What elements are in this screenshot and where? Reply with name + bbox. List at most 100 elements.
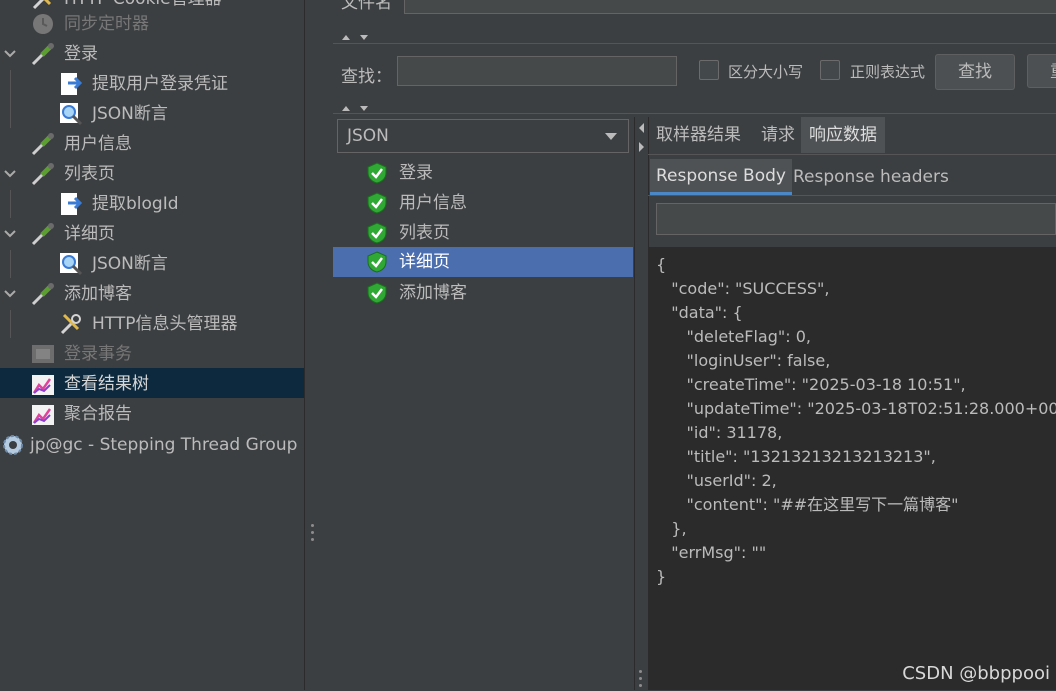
test-plan-tree: HTTP Cookie管理器 同步定时器 登录 提取用户登录凭证 JSON断言 <box>0 0 304 690</box>
regex-checkbox[interactable] <box>820 60 840 80</box>
tree-item-login-transaction[interactable]: 登录事务 <box>30 339 132 369</box>
sample-item-label: 列表页 <box>399 223 450 243</box>
tree-item-view-results-tree[interactable]: 查看结果树 <box>30 369 149 399</box>
tree-guide <box>10 310 11 338</box>
tree-item-aggregate-report[interactable]: 聚合报告 <box>30 399 132 429</box>
transaction-icon <box>32 345 54 363</box>
response-line: "createTime": "2025-03-18 10:51", <box>656 375 966 394</box>
tree-item-label: 详细页 <box>64 224 115 244</box>
pipette-sampler-icon <box>31 133 54 156</box>
tree-item-label: JSON断言 <box>92 104 168 124</box>
divider <box>648 195 1056 196</box>
tree-item-user-info[interactable]: 用户信息 <box>30 129 132 159</box>
splitter-grip <box>639 670 643 691</box>
response-line: "content": "##在这里写下一篇博客" <box>656 495 959 514</box>
tree-item-json-assertion-2[interactable]: JSON断言 <box>58 249 168 279</box>
splitter-grip <box>311 524 315 545</box>
tree-item-sync-timer[interactable]: 同步定时器 <box>30 9 149 39</box>
tree-item-label: 提取用户登录凭证 <box>92 74 228 94</box>
tree-splitter[interactable] <box>304 0 333 690</box>
sample-result-list: 登录 用户信息 列表页 详细页 添加博客 <box>333 155 633 690</box>
chart-listener-icon <box>32 375 54 395</box>
pipette-sampler-icon <box>31 283 54 306</box>
sample-item-add-blog[interactable]: 添加博客 <box>333 278 633 308</box>
tree-item-label: JSON断言 <box>92 254 168 274</box>
renderer-select-value: JSON <box>347 126 389 146</box>
response-line: "errMsg": "" <box>656 543 767 562</box>
extractor-icon <box>61 73 83 95</box>
find-button[interactable]: 查找 <box>935 54 1015 90</box>
tree-item-label: 聚合报告 <box>64 404 132 424</box>
tab-sampler-result[interactable]: 取样器结果 <box>656 117 741 153</box>
tree-item-label: 用户信息 <box>64 134 132 154</box>
magnifier-icon <box>60 103 83 126</box>
tree-item-extract-blogid[interactable]: 提取blogId <box>58 189 179 219</box>
tree-guide <box>10 250 11 278</box>
success-shield-icon <box>367 251 387 273</box>
tree-item-json-assertion-1[interactable]: JSON断言 <box>58 99 168 129</box>
tree-item-add-blog[interactable]: 添加博客 <box>30 279 132 309</box>
tree-item-detail-page[interactable]: 详细页 <box>30 219 115 249</box>
tab-response-headers[interactable]: Response headers <box>793 159 949 195</box>
expand-arrows-icon[interactable] <box>637 122 646 154</box>
case-sensitive-label: 区分大小写 <box>728 63 804 81</box>
tree-item-label: HTTP Cookie管理器 <box>64 0 222 9</box>
watermark: CSDN @bbppooi <box>902 663 1050 684</box>
renderer-select[interactable]: JSON <box>337 119 629 153</box>
tree-item-label: 同步定时器 <box>64 14 149 34</box>
filename-label: 文件名 <box>341 0 392 13</box>
tree-item-list-page[interactable]: 列表页 <box>30 159 115 189</box>
chart-listener-icon <box>32 405 54 425</box>
sample-item-user-info[interactable]: 用户信息 <box>333 188 633 218</box>
chevron-down-icon[interactable] <box>3 287 17 301</box>
tree-item-label: 登录事务 <box>64 344 132 364</box>
pipette-sampler-icon <box>31 43 54 66</box>
response-line: { <box>656 255 667 274</box>
collapse-arrows-icon[interactable] <box>340 103 374 113</box>
response-line: "userId": 2, <box>656 471 777 490</box>
chevron-down-icon[interactable] <box>3 47 17 61</box>
success-shield-icon <box>367 192 387 214</box>
response-body-viewer[interactable]: { "code": "SUCCESS", "data": { "deleteFl… <box>648 247 1056 690</box>
divider <box>333 113 1056 114</box>
sample-item-label: 添加博客 <box>399 283 467 303</box>
response-line: "id": 31178, <box>656 423 783 442</box>
success-shield-icon <box>367 162 387 184</box>
tab-response-body[interactable]: Response Body <box>650 159 792 195</box>
tree-item-extract-credential[interactable]: 提取用户登录凭证 <box>58 69 228 99</box>
replace-button[interactable]: 重 <box>1027 54 1056 88</box>
chevron-down-icon[interactable] <box>3 167 17 181</box>
tree-guide <box>10 190 11 218</box>
extractor-icon <box>61 193 83 215</box>
response-filter-input[interactable] <box>656 203 1056 235</box>
timer-icon <box>33 14 53 34</box>
filename-input[interactable] <box>404 0 1056 14</box>
response-line: }, <box>656 519 687 538</box>
sample-item-detail-page[interactable]: 详细页 <box>333 247 633 277</box>
response-line: "data": { <box>656 303 743 322</box>
regex-label: 正则表达式 <box>850 63 926 81</box>
tree-item-label: jp@gc - Stepping Thread Group <box>30 435 298 455</box>
response-line: "updateTime": "2025-03-18T02:51:28.000+0… <box>656 399 1056 418</box>
result-splitter[interactable] <box>634 117 649 690</box>
sample-item-label: 用户信息 <box>399 193 467 213</box>
tab-request[interactable]: 请求 <box>761 117 795 153</box>
tab-response-data[interactable]: 响应数据 <box>801 117 885 153</box>
sample-item-list-page[interactable]: 列表页 <box>333 218 633 248</box>
response-line: "deleteFlag": 0, <box>656 327 811 346</box>
chevron-down-icon[interactable] <box>3 227 17 241</box>
tree-item-stepping-thread-group[interactable]: jp@gc - Stepping Thread Group <box>0 430 297 460</box>
search-label: 查找： <box>341 67 392 87</box>
case-sensitive-checkbox[interactable] <box>699 60 719 80</box>
response-line: "loginUser": false, <box>656 351 831 370</box>
magnifier-icon <box>60 253 83 276</box>
tree-item-login[interactable]: 登录 <box>30 39 98 69</box>
search-input[interactable] <box>397 56 677 86</box>
tree-guide <box>10 70 11 128</box>
sample-item-login[interactable]: 登录 <box>333 158 633 188</box>
tree-item-label: 列表页 <box>64 164 115 184</box>
collapse-arrows-icon[interactable] <box>340 32 374 42</box>
success-shield-icon <box>367 282 387 304</box>
tree-item-header-manager[interactable]: HTTP信息头管理器 <box>58 309 238 339</box>
divider <box>648 154 1056 155</box>
